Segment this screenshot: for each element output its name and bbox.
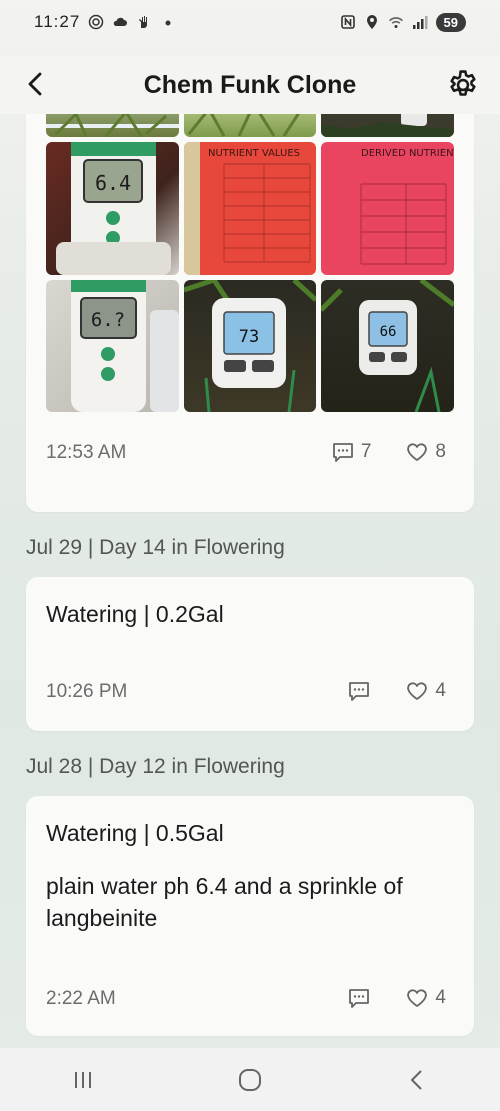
page-title: Chem Funk Clone: [143, 70, 357, 99]
like-button[interactable]: 4: [405, 986, 446, 1010]
nav-back-icon: [410, 1069, 422, 1090]
entry-title: Watering | 0.2Gal: [46, 601, 224, 627]
soil-tester-image: 73: [184, 280, 316, 412]
post-actions: 7 8: [331, 440, 446, 464]
ph-meter-image: 6.?: [71, 280, 179, 412]
post-time: 12:53 AM: [46, 442, 127, 463]
hand-icon: [139, 16, 148, 28]
svg-text:73: 73: [239, 327, 259, 347]
post-time: 10:26 PM: [46, 681, 128, 702]
comment-button[interactable]: 7: [331, 440, 372, 464]
recents-button[interactable]: [63, 1060, 103, 1100]
like-count: 8: [435, 441, 446, 462]
plant-image: [187, 114, 300, 137]
svg-text:6.?: 6.?: [91, 309, 125, 331]
comment-count: 7: [360, 441, 372, 462]
cloud-icon: [114, 17, 128, 26]
comment-icon: [349, 682, 370, 701]
status-time: 11:27: [34, 12, 81, 31]
recents-icon: [75, 1071, 92, 1088]
comment-button[interactable]: [347, 986, 371, 1010]
photo-thumbnail[interactable]: DERIVED NUTRIENT VALUES: [321, 142, 454, 275]
photo-thumbnail[interactable]: 6.?: [46, 280, 179, 412]
home-icon: [238, 1068, 261, 1091]
entry-body: plain water ph 6.4 and a sprinkle of lan…: [46, 873, 403, 931]
photo-thumbnail[interactable]: [184, 114, 316, 137]
heart-icon: [407, 682, 428, 700]
comment-button[interactable]: [347, 679, 371, 703]
heart-icon: [407, 443, 428, 461]
day-heading: Jul 28 | Day 12 in Flowering: [26, 755, 285, 778]
gear-icon[interactable]: [446, 68, 480, 102]
photo-thumbnail[interactable]: 73: [184, 280, 316, 412]
photo-thumbnail[interactable]: 66: [321, 280, 454, 412]
entry-title: Watering | 0.5Gal: [46, 820, 224, 846]
nfc-icon: [340, 15, 355, 29]
photo-thumbnail[interactable]: 6.4: [46, 142, 179, 275]
feed[interactable]: 6.4 NUTRIENT VALUES DERIVED NUTRIENT V: [0, 114, 500, 1048]
photo-thumbnail[interactable]: NUTRIENT VALUES: [184, 142, 316, 275]
soil-tester-image: 66: [321, 280, 454, 412]
soil-meter-image: [321, 114, 454, 137]
comment-icon: [332, 443, 353, 462]
like-count: 4: [435, 987, 446, 1008]
back-arrow-icon[interactable]: [20, 68, 52, 100]
battery-level: 59: [435, 12, 466, 32]
svg-text:NUTRIENT VALUES: NUTRIENT VALUES: [208, 148, 300, 159]
system-nav-bar: [0, 1048, 500, 1111]
circle-icon: [89, 14, 104, 30]
photo-thumbnail[interactable]: [46, 114, 179, 137]
app-header: Chem Funk Clone: [0, 56, 500, 114]
signal-icon: [412, 16, 428, 29]
nutrient-values-image: NUTRIENT VALUES: [184, 142, 311, 275]
photo-thumbnail[interactable]: [321, 114, 454, 137]
post-card[interactable]: Watering | 0.5Gal plain water ph 6.4 and…: [26, 796, 474, 1036]
like-button[interactable]: 8: [405, 440, 446, 464]
status-bar: 11:27 59: [0, 0, 500, 44]
post-actions: 4: [347, 986, 446, 1010]
svg-text:6.4: 6.4: [95, 171, 131, 195]
derived-nutrient-values-image: DERIVED NUTRIENT VALUES: [360, 148, 454, 265]
post-card[interactable]: 6.4 NUTRIENT VALUES DERIVED NUTRIENT V: [26, 114, 474, 512]
plant-image: [46, 114, 179, 137]
ph-meter-image: 6.4: [56, 142, 171, 275]
nav-back-button[interactable]: [397, 1060, 437, 1100]
dot-icon: [165, 20, 171, 26]
post-time: 2:22 AM: [46, 988, 116, 1009]
like-button[interactable]: 4: [405, 679, 446, 703]
post-card[interactable]: Watering | 0.2Gal 10:26 PM 4: [26, 577, 474, 731]
home-button[interactable]: [230, 1060, 270, 1100]
comment-icon: [349, 989, 370, 1008]
like-count: 4: [435, 680, 446, 701]
wifi-icon: [388, 17, 403, 28]
svg-text:66: 66: [380, 324, 397, 340]
svg-text:DERIVED NUTRIENT VALUES: DERIVED NUTRIENT VALUES: [361, 148, 454, 159]
post-actions: 4: [347, 679, 446, 703]
heart-icon: [407, 989, 428, 1007]
location-icon: [366, 15, 377, 29]
day-heading: Jul 29 | Day 14 in Flowering: [26, 536, 285, 559]
